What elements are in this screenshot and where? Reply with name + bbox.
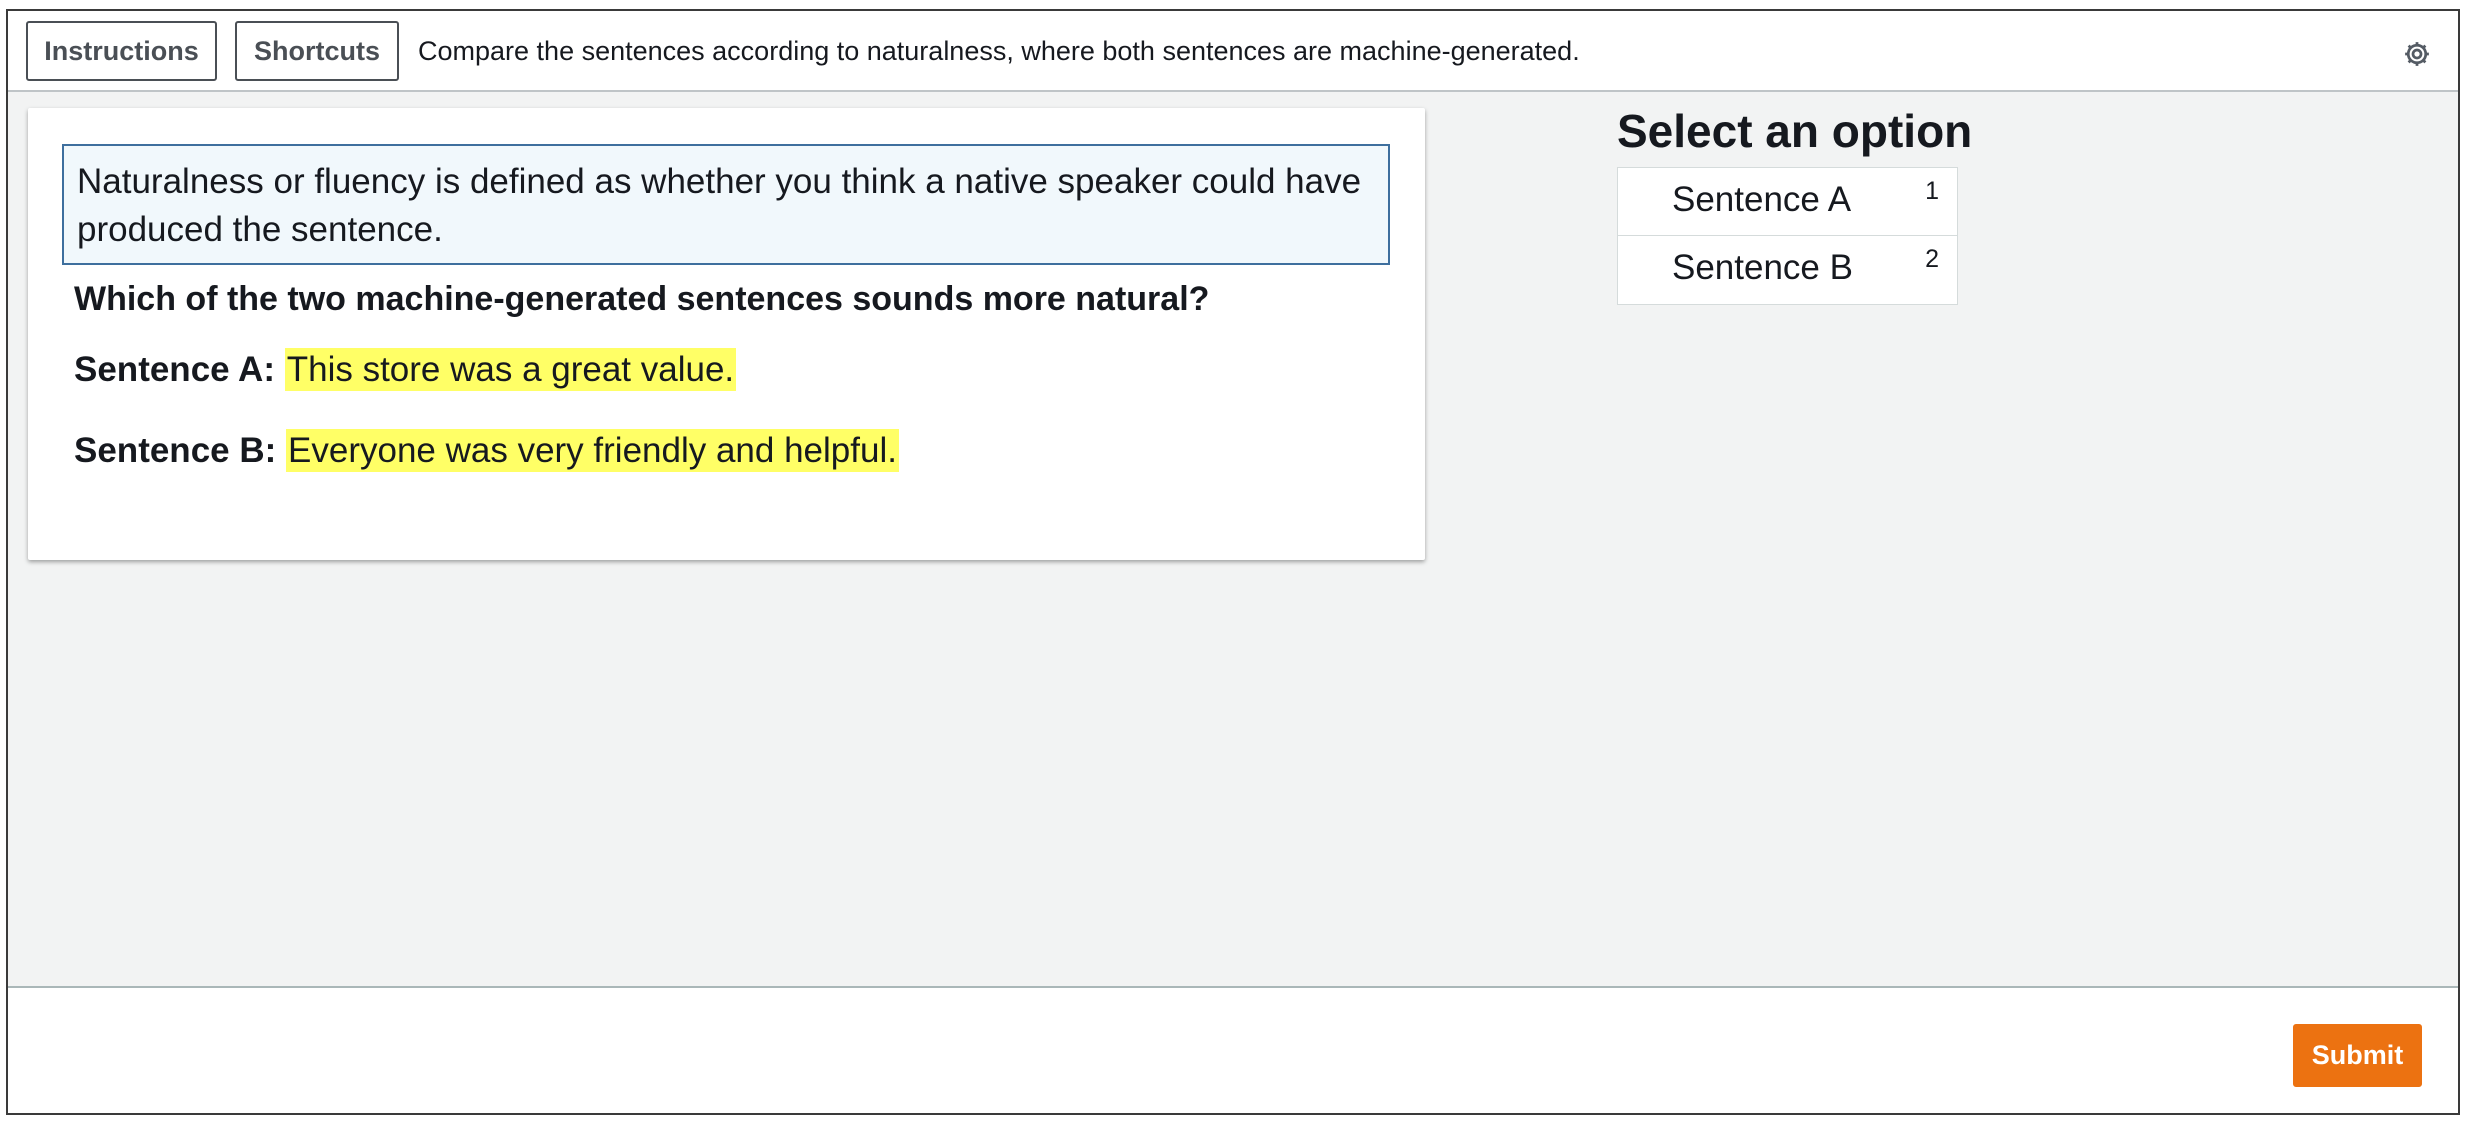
top-bar: Instructions Shortcuts Compare the sente…	[8, 11, 2458, 92]
task-frame: Instructions Shortcuts Compare the sente…	[6, 9, 2460, 1115]
sentence-b-label: Sentence B:	[74, 431, 277, 470]
workspace: Naturalness or fluency is defined as whe…	[8, 92, 2458, 986]
content-card: Naturalness or fluency is defined as whe…	[28, 108, 1425, 560]
sentence-a-label: Sentence A:	[74, 350, 275, 389]
sentence-b-text: Everyone was very friendly and helpful.	[286, 429, 899, 472]
question-text: Which of the two machine-generated sente…	[74, 280, 1210, 318]
option-sentence-a[interactable]: Sentence A 1	[1618, 168, 1957, 236]
sentence-b-line: Sentence B: Everyone was very friendly a…	[74, 429, 899, 472]
option-sentence-b[interactable]: Sentence B 2	[1618, 236, 1957, 304]
options-title: Select an option	[1617, 105, 1973, 157]
instructions-button[interactable]: Instructions	[26, 21, 217, 81]
sentence-a-text: This store was a great value.	[284, 348, 737, 391]
definition-box: Naturalness or fluency is defined as whe…	[62, 144, 1390, 265]
task-description: Compare the sentences according to natur…	[418, 36, 1580, 66]
option-label: Sentence B	[1672, 248, 1853, 287]
option-label: Sentence A	[1672, 180, 1852, 219]
option-shortcut-key: 2	[1925, 245, 1939, 273]
sentence-a-line: Sentence A: This store was a great value…	[74, 348, 737, 391]
submit-button[interactable]: Submit	[2293, 1024, 2422, 1087]
gear-icon[interactable]	[2402, 39, 2432, 69]
options-panel: Select an option Sentence A 1 Sentence B…	[1617, 103, 1972, 305]
option-list: Sentence A 1 Sentence B 2	[1617, 167, 1958, 305]
shortcuts-button[interactable]: Shortcuts	[235, 21, 399, 81]
footer-bar: Submit	[8, 986, 2458, 1113]
option-shortcut-key: 1	[1925, 177, 1939, 205]
